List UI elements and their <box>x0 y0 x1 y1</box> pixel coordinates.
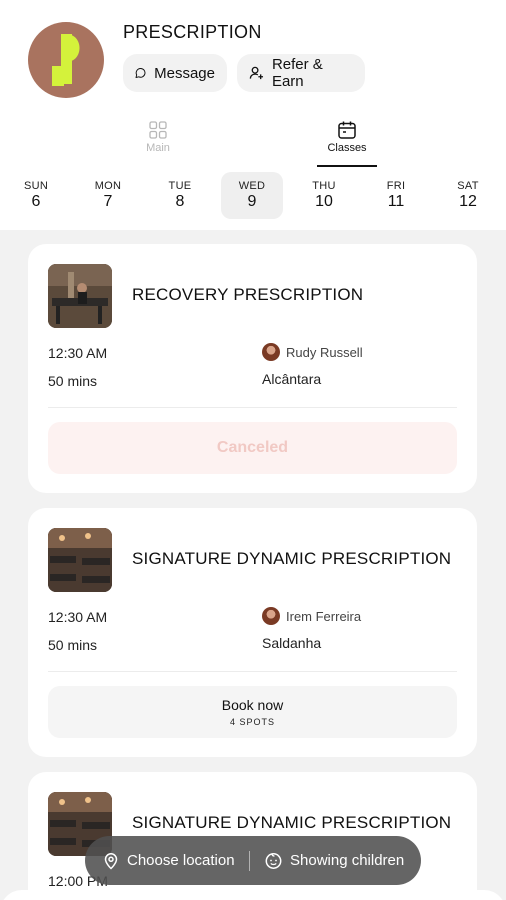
message-label: Message <box>154 64 215 82</box>
class-thumbnail <box>48 264 112 328</box>
day-name: MON <box>94 180 122 192</box>
day-wed-selected[interactable]: WED 9 <box>221 172 283 219</box>
showing-children-toggle[interactable]: Showing children <box>250 836 404 885</box>
tab-classes-label: Classes <box>327 142 367 154</box>
day-date: 10 <box>315 193 333 210</box>
day-name: THU <box>312 180 336 192</box>
class-card[interactable]: SIGNATURE DYNAMIC PRESCRIPTION 12:30 AM … <box>28 508 477 757</box>
class-thumbnail <box>48 528 112 592</box>
class-title: SIGNATURE DYNAMIC PRESCRIPTION <box>132 549 452 568</box>
day-date: 12 <box>459 193 477 210</box>
day-tue[interactable]: TUE 8 <box>149 172 211 219</box>
avatar <box>262 343 280 361</box>
instructor-name: Rudy Russell <box>286 344 363 360</box>
day-name: TUE <box>168 180 192 192</box>
class-time: 12:30 AM <box>48 345 108 361</box>
day-fri[interactable]: FRI 11 <box>365 172 427 219</box>
choose-location-label: Choose location <box>127 852 235 869</box>
child-face-icon <box>265 853 282 869</box>
refer-label: Refer & Earn <box>271 56 323 90</box>
refer-earn-button[interactable]: Refer & Earn <box>237 54 365 92</box>
active-tab-indicator <box>317 165 377 167</box>
header: PRESCRIPTION Message Refer & Earn Main C… <box>0 0 506 230</box>
location-pin-icon <box>104 852 118 870</box>
day-date: 7 <box>103 193 113 210</box>
class-time: 12:30 AM <box>48 609 108 625</box>
message-button[interactable]: Message <box>123 54 227 92</box>
class-card[interactable]: RECOVERY PRESCRIPTION 12:30 AM 50 mins R… <box>28 244 477 493</box>
day-name: SAT <box>457 180 479 192</box>
class-location: Alcântara <box>262 371 322 387</box>
canceled-status-button: Canceled <box>48 422 457 474</box>
instructor: Irem Ferreira <box>262 607 361 625</box>
class-duration: 50 mins <box>48 637 98 653</box>
instructor: Rudy Russell <box>262 343 363 361</box>
book-now-label: Book now <box>221 697 284 713</box>
day-name: FRI <box>386 180 406 192</box>
class-title: SIGNATURE DYNAMIC PRESCRIPTION <box>132 813 452 832</box>
day-date: 11 <box>387 193 405 210</box>
day-sat[interactable]: SAT 12 <box>437 172 499 219</box>
user-add-icon <box>249 66 264 80</box>
grid-icon <box>149 121 167 139</box>
spots-left: 4 SPOTS <box>229 717 275 727</box>
instructor-name: Irem Ferreira <box>286 608 362 624</box>
book-now-button[interactable]: Book now 4 SPOTS <box>48 686 457 738</box>
day-mon[interactable]: MON 7 <box>77 172 139 219</box>
studio-name: PRESCRIPTION <box>123 22 262 42</box>
filter-bar: Choose location Showing children <box>85 836 421 885</box>
studio-logo <box>28 22 104 98</box>
avatar <box>262 607 280 625</box>
showing-children-label: Showing children <box>290 852 405 869</box>
bottom-sheet-edge <box>0 890 506 900</box>
day-name: WED <box>238 180 266 192</box>
tab-main-label: Main <box>146 142 170 154</box>
class-photo-icon <box>48 528 112 592</box>
tab-main[interactable]: Main <box>118 120 198 154</box>
class-photo-icon <box>48 264 112 328</box>
logo-mark-icon <box>52 34 80 86</box>
day-date: 9 <box>247 193 257 210</box>
class-title: RECOVERY PRESCRIPTION <box>132 285 364 304</box>
class-duration: 50 mins <box>48 373 98 389</box>
divider <box>48 671 457 672</box>
day-name: SUN <box>23 180 49 192</box>
day-sun[interactable]: SUN 6 <box>5 172 67 219</box>
day-date: 6 <box>31 193 41 210</box>
choose-location-button[interactable]: Choose location <box>85 836 249 885</box>
divider <box>48 407 457 408</box>
week-day-selector: SUN 6 MON 7 TUE 8 WED 9 THU 10 FRI 11 SA… <box>0 172 506 220</box>
tab-classes[interactable]: Classes <box>307 120 387 154</box>
calendar-icon <box>338 121 356 139</box>
class-location: Saldanha <box>262 635 322 651</box>
day-thu[interactable]: THU 10 <box>293 172 355 219</box>
chat-bubble-icon <box>135 67 146 79</box>
day-date: 8 <box>175 193 185 210</box>
